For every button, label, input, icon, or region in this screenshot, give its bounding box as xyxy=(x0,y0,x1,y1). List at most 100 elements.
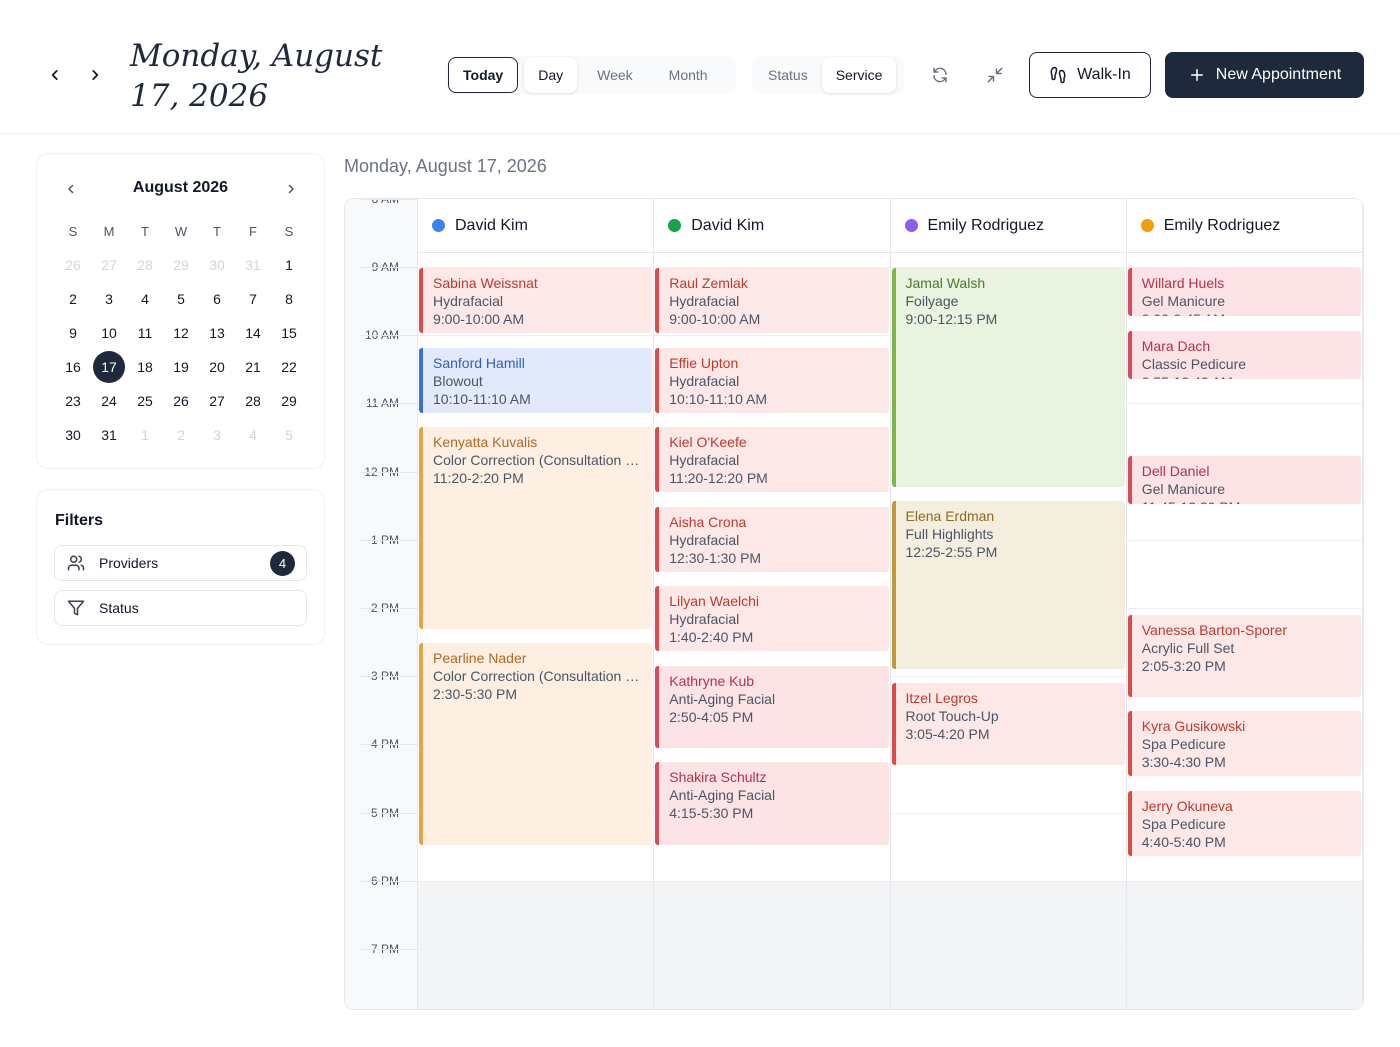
calendar-day[interactable]: 31 xyxy=(91,418,127,452)
hour-gridline xyxy=(654,880,890,882)
calendar-day-number: 15 xyxy=(281,325,297,341)
collapse-icon xyxy=(987,67,1003,83)
appointment-card[interactable]: Willard Huels Gel Manicure9:00-9:45 AM xyxy=(1127,268,1361,317)
calendar-day[interactable]: 9 xyxy=(55,316,91,350)
calendar-day[interactable]: 24 xyxy=(91,384,127,418)
calendar-day[interactable]: 27 xyxy=(91,248,127,282)
appointment-card[interactable]: Kenyatta Kuvalis Color Correction (Consul… xyxy=(419,427,653,629)
chevron-right-icon xyxy=(288,184,294,194)
provider-column-header[interactable]: David Kim xyxy=(418,199,655,253)
provider-column-header[interactable]: Emily Rodriguez xyxy=(1126,199,1363,253)
calendar-day[interactable]: 29 xyxy=(271,384,307,418)
calendar-day[interactable]: 1 xyxy=(127,418,163,452)
calendar-day[interactable]: 26 xyxy=(55,248,91,282)
calendar-day-number: 3 xyxy=(213,427,221,443)
appointment-card[interactable]: Mara DachClassic Pedicure9:55-10:40 AM xyxy=(1127,330,1361,379)
provider-column[interactable]: Raul Zemlak Hydrafacial 9:00-10:00 AM Effie… xyxy=(654,254,891,1009)
calendar-day[interactable]: 8 xyxy=(271,282,307,316)
calendar-day[interactable]: 5 xyxy=(163,282,199,316)
appointment-card[interactable]: Jamal Walsh Foilyage 9:00-12:15 PM xyxy=(891,268,1125,487)
calendar-day[interactable]: 21 xyxy=(235,350,271,384)
appointment-card[interactable]: Vanessa Barton-Sporer Acrylic Full Set 2:0… xyxy=(1127,614,1361,697)
appointment-card[interactable]: Kyra Gusikowski Spa Pedicure 3:30-4:30 PM xyxy=(1127,711,1361,777)
provider-column[interactable]: Jamal Walsh Foilyage 9:00-12:15 PM Elena Er… xyxy=(890,254,1127,1009)
calendar-day[interactable]: 1 xyxy=(271,248,307,282)
calendar-day[interactable]: 2 xyxy=(55,282,91,316)
calendar-day[interactable]: 28 xyxy=(127,248,163,282)
mini-calendar-next-button[interactable] xyxy=(281,179,301,199)
appointment-card[interactable]: Lilyan Waelchi Hydrafacial 1:40-2:40 PM xyxy=(655,586,889,652)
collapse-button[interactable] xyxy=(980,60,1010,90)
off-hours-area xyxy=(890,880,1126,1009)
appointment-service: Hydrafacial xyxy=(669,611,740,628)
calendar-day[interactable]: 31 xyxy=(235,248,271,282)
status-filter-button[interactable]: Status xyxy=(54,590,307,626)
calendar-day[interactable]: 30 xyxy=(199,248,235,282)
tab-service[interactable]: Service xyxy=(821,57,897,93)
calendar-day[interactable]: 23 xyxy=(55,384,91,418)
calendar-day[interactable]: 3 xyxy=(91,282,127,316)
appointment-card[interactable]: Jerry Okuneva Spa Pedicure 4:40-5:40 PM xyxy=(1127,790,1361,857)
calendar-day[interactable]: 4 xyxy=(235,418,271,452)
calendar-day[interactable]: 15 xyxy=(271,316,307,350)
calendar-day[interactable]: 13 xyxy=(199,316,235,350)
appointment-card[interactable]: Raul Zemlak Hydrafacial 9:00-10:00 AM xyxy=(655,268,889,334)
calendar-day-number: 29 xyxy=(281,393,297,409)
day-schedule-grid: 8 AM 9 AM 10 AM 11 AM 12 PM 1 PM 2 PM 3 PM 4 PM 5… xyxy=(344,198,1364,1010)
calendar-day[interactable]: 19 xyxy=(163,350,199,384)
appointment-card[interactable]: Pearline Nader Color Correction (Consulta… xyxy=(419,643,653,845)
tab-status[interactable]: Status xyxy=(754,57,822,93)
calendar-day[interactable]: 28 xyxy=(235,384,271,418)
prev-day-button[interactable] xyxy=(42,62,68,88)
appointment-card[interactable]: Itzel Legros Root Touch-Up 3:05-4:20 PM xyxy=(891,682,1125,766)
calendar-day[interactable]: 12 xyxy=(163,316,199,350)
calendar-day[interactable]: 5 xyxy=(271,418,307,452)
appointment-card[interactable]: Kiel O'Keefe Hydrafacial 11:20-12:20 PM xyxy=(655,427,889,493)
provider-column-header[interactable]: Emily Rodriguez xyxy=(890,199,1127,253)
walk-in-button[interactable]: Walk-In xyxy=(1029,52,1151,98)
provider-column-header[interactable]: David Kim xyxy=(654,199,891,253)
tab-week[interactable]: Week xyxy=(583,57,647,93)
appointment-client-name: Effie Upton xyxy=(669,354,739,371)
next-day-button[interactable] xyxy=(82,62,108,88)
tab-day[interactable]: Day xyxy=(524,57,578,93)
calendar-day[interactable]: 4 xyxy=(127,282,163,316)
provider-column[interactable]: Sabina Weissnat Hydrafacial 9:00-10:00 AM S… xyxy=(418,254,655,1009)
calendar-day[interactable]: 18 xyxy=(127,350,163,384)
new-appointment-button[interactable]: New Appointment xyxy=(1165,52,1364,98)
calendar-day[interactable]: 22 xyxy=(271,350,307,384)
calendar-day-number: 30 xyxy=(65,427,81,443)
providers-filter-button[interactable]: Providers 4 xyxy=(54,545,307,581)
calendar-day[interactable]: 2 xyxy=(163,418,199,452)
appointment-card[interactable]: Shakira Schultz Anti-Aging Facial 4:15-5:3… xyxy=(655,762,889,845)
appointment-card[interactable]: Sanford Hamill Blowout 10:10-11:10 AM xyxy=(419,347,653,413)
appointment-card[interactable]: Dell DanielGel Manicure11:45-12:30 PM xyxy=(1127,455,1361,504)
status-filter-label: Status xyxy=(99,600,139,616)
appointment-client-name: Raul Zemlak xyxy=(669,275,748,291)
refresh-button[interactable] xyxy=(925,60,955,90)
calendar-day[interactable]: 3 xyxy=(199,418,235,452)
calendar-day[interactable]: 6 xyxy=(199,282,235,316)
calendar-day[interactable]: 26 xyxy=(163,384,199,418)
calendar-day[interactable]: 16 xyxy=(55,350,91,384)
provider-column[interactable]: Willard HuelsGel Manicure9:00-9:45 AM Mar… xyxy=(1126,254,1363,1009)
appointment-card[interactable]: Effie Upton Hydrafacial 10:10-11:10 AM xyxy=(655,347,889,413)
weekday-header: S xyxy=(284,223,294,239)
calendar-day[interactable]: 11 xyxy=(127,316,163,350)
calendar-day[interactable]: 17 xyxy=(91,350,127,384)
calendar-day[interactable]: 29 xyxy=(163,248,199,282)
calendar-day[interactable]: 14 xyxy=(235,316,271,350)
calendar-day[interactable]: 10 xyxy=(91,316,127,350)
calendar-day[interactable]: 20 xyxy=(199,350,235,384)
calendar-day[interactable]: 7 xyxy=(235,282,271,316)
appointment-card[interactable]: Elena Erdman Full Highlights 12:25-2:55 PM xyxy=(891,501,1125,669)
today-button[interactable]: Today xyxy=(448,57,519,93)
appointment-card[interactable]: Kathryne Kub Anti-Aging Facial 2:50-4:05 P… xyxy=(655,665,889,749)
appointment-card[interactable]: Aisha Crona Hydrafacial 12:30-1:30 PM xyxy=(655,506,889,572)
tab-month[interactable]: Month xyxy=(655,57,722,93)
appointment-card[interactable]: Sabina Weissnat Hydrafacial 9:00-10:00 AM xyxy=(419,268,653,334)
calendar-day[interactable]: 27 xyxy=(199,384,235,418)
calendar-day[interactable]: 25 xyxy=(127,384,163,418)
calendar-day[interactable]: 30 xyxy=(55,418,91,452)
calendar-day-number: 25 xyxy=(137,393,153,409)
